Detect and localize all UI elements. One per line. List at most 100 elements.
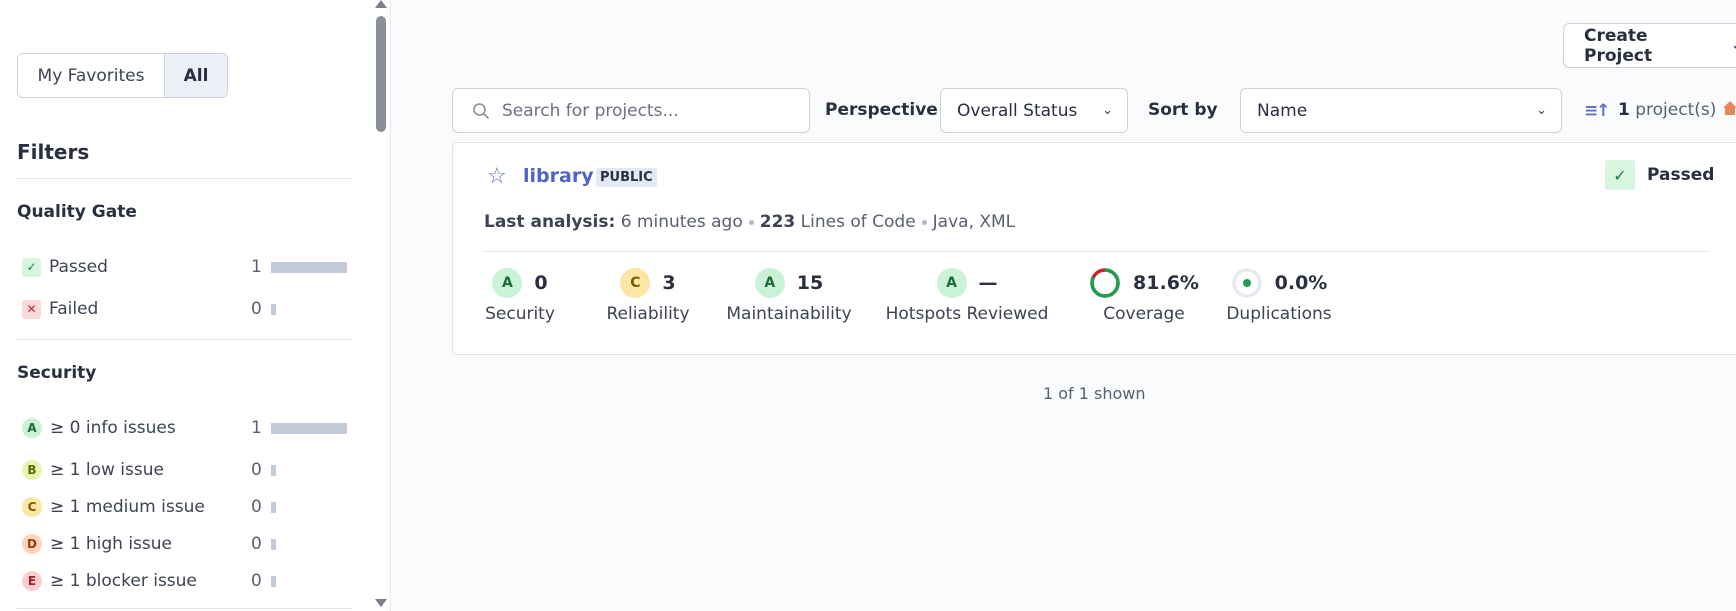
measure-hotspots-reviewed[interactable]: A — Hotspots Reviewed (869, 266, 1065, 324)
sort-by-label: Sort by (1148, 100, 1218, 120)
facet-option-count: 0 (251, 460, 262, 480)
measure-label: Maintainability (726, 304, 852, 324)
separator-dot (748, 219, 754, 225)
facet-option-security-b[interactable]: B ≥ 1 low issue 0 (22, 457, 352, 483)
all-projects-button[interactable]: All (165, 54, 227, 97)
perspective-value: Overall Status (957, 100, 1078, 121)
duplications-value: 0.0% (1274, 272, 1328, 294)
coverage-label: Coverage (1103, 304, 1185, 324)
facet-option-count: 0 (251, 299, 262, 319)
my-favorites-button[interactable]: My Favorites (18, 54, 165, 97)
project-count: 1 project(s) (1618, 100, 1716, 120)
rating-a-icon: A (754, 268, 785, 298)
measure-maintainability[interactable]: A 15 Maintainability (710, 266, 868, 324)
measure-label: Reliability (606, 304, 690, 324)
shown-count: 1 of 1 shown (1043, 384, 1146, 403)
divider (17, 339, 352, 340)
chevron-down-icon: ⌄ (1102, 103, 1113, 118)
quality-gate-facet-title: Quality Gate (17, 202, 137, 222)
sort-by-select[interactable]: Name ⌄ (1240, 88, 1562, 133)
home-icon[interactable] (1722, 100, 1736, 116)
search-icon (473, 102, 489, 119)
facet-option-label: Passed (49, 257, 108, 277)
facet-option-quality-gate-passed[interactable]: ✓ Passed 1 (22, 254, 352, 280)
facet-bar (271, 576, 276, 587)
rating-a-icon: A (936, 268, 967, 298)
rating-c-icon: C (22, 497, 42, 517)
check-icon: ✓ (22, 257, 41, 277)
divider (17, 178, 352, 179)
measure-label: Security (485, 304, 555, 324)
scrollbar-thumb[interactable] (376, 16, 386, 132)
divider (484, 251, 1708, 252)
project-count-value: 1 (1618, 100, 1630, 120)
facet-bar (271, 304, 276, 315)
sidebar-scrollbar[interactable] (372, 0, 390, 611)
facet-bar (271, 539, 276, 550)
security-facet-title: Security (17, 363, 97, 383)
facet-option-label: ≥ 1 medium issue (50, 497, 205, 517)
create-project-button[interactable]: Create Project ⌄ (1563, 23, 1736, 68)
measure-reliability[interactable]: C 3 Reliability (591, 266, 705, 324)
lines-of-code-label: Lines of Code (800, 212, 916, 232)
rating-a-icon: A (492, 268, 523, 298)
perspective-select[interactable]: Overall Status ⌄ (940, 88, 1128, 133)
facet-bar (271, 502, 276, 513)
separator-dot (921, 219, 927, 225)
facet-option-label: Failed (49, 299, 99, 319)
search-input[interactable] (502, 100, 782, 121)
divider (17, 608, 352, 609)
measure-security[interactable]: A 0 Security (484, 266, 556, 324)
measure-value: 0 (534, 272, 548, 294)
facet-option-label: ≥ 1 high issue (50, 534, 173, 554)
chevron-down-icon: ⌄ (1731, 38, 1736, 53)
project-card: ☆ library PUBLIC ✓ Passed Last analysis:… (452, 142, 1736, 355)
facet-option-quality-gate-failed[interactable]: ✕ Failed 0 (22, 296, 352, 322)
facet-bar (271, 465, 276, 476)
chevron-down-icon: ⌄ (1536, 103, 1547, 118)
rating-c-icon: C (620, 268, 651, 298)
duplications-label: Duplications (1226, 304, 1332, 324)
measure-value: 3 (662, 272, 676, 294)
facet-option-label: ≥ 1 low issue (50, 460, 164, 480)
rating-b-icon: B (22, 460, 42, 480)
facet-bar (271, 423, 347, 434)
scroll-down-arrow-icon[interactable] (375, 599, 387, 607)
rating-d-icon: D (22, 534, 42, 554)
project-count-suffix: project(s) (1635, 100, 1717, 120)
measure-value: — (978, 272, 998, 294)
lines-of-code-value: 223 (759, 212, 796, 232)
quality-gate-status: Passed (1647, 165, 1715, 185)
filters-title: Filters (17, 140, 90, 164)
measure-duplications[interactable]: 0.0% Duplications (1205, 266, 1353, 324)
sort-ascending-icon[interactable]: ≡↑ (1584, 101, 1610, 121)
quality-gate-passed-icon: ✓ (1605, 160, 1635, 190)
project-name-link[interactable]: library (523, 165, 594, 187)
measure-label: Hotspots Reviewed (885, 304, 1049, 324)
cross-icon: ✕ (22, 299, 41, 319)
rating-a-icon: A (22, 418, 42, 438)
facet-option-security-d[interactable]: D ≥ 1 high issue 0 (22, 531, 352, 557)
facet-option-label: ≥ 0 info issues (50, 418, 176, 438)
coverage-donut-icon (1090, 268, 1120, 298)
facet-bar (271, 262, 347, 273)
measure-value: 15 (796, 272, 824, 294)
create-project-label: Create Project (1584, 25, 1653, 66)
facet-option-count: 0 (251, 534, 262, 554)
facet-option-security-a[interactable]: A ≥ 0 info issues 1 (22, 415, 352, 441)
sort-by-value: Name (1257, 100, 1308, 121)
search-box[interactable] (452, 88, 810, 133)
filters-sidebar: My Favorites All Filters Quality Gate ✓ … (0, 0, 391, 611)
project-meta: Last analysis: 6 minutes ago 223 Lines o… (484, 212, 1015, 232)
coverage-value: 81.6% (1133, 272, 1199, 294)
last-analysis-label: Last analysis: (484, 212, 616, 232)
facet-option-security-e[interactable]: E ≥ 1 blocker issue 0 (22, 568, 352, 594)
scroll-up-arrow-icon[interactable] (375, 0, 387, 8)
measure-coverage[interactable]: 81.6% Coverage (1070, 266, 1218, 324)
star-icon[interactable]: ☆ (487, 164, 507, 189)
rating-e-icon: E (22, 571, 42, 591)
facet-option-security-c[interactable]: C ≥ 1 medium issue 0 (22, 494, 352, 520)
facet-option-count: 0 (251, 497, 262, 517)
perspective-label: Perspective (825, 100, 938, 120)
duplications-donut-icon (1231, 268, 1262, 298)
